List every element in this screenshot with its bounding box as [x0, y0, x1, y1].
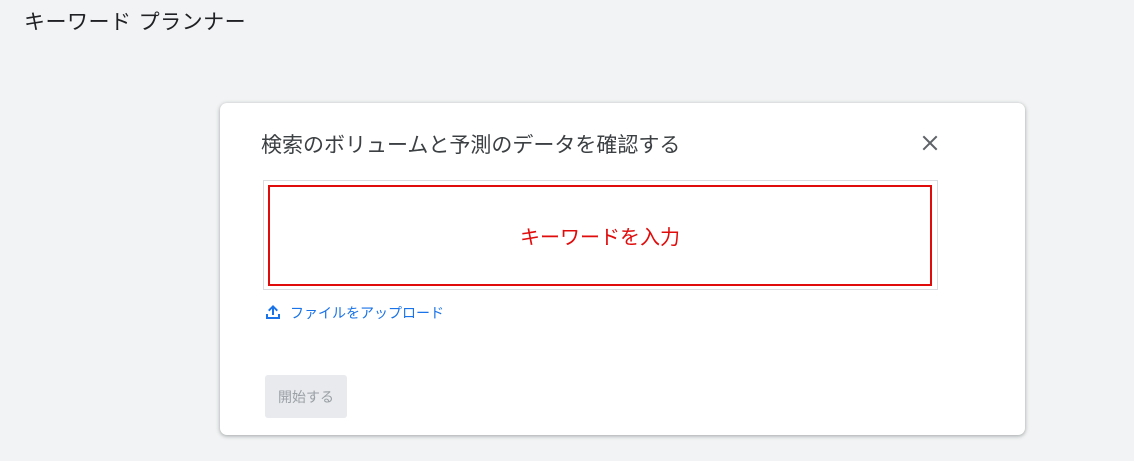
page-title: キーワード プランナー [24, 10, 247, 34]
keyword-input-placeholder: キーワードを入力 [520, 225, 680, 249]
close-button[interactable] [915, 130, 945, 160]
start-button[interactable]: 開始する [265, 375, 347, 418]
dialog-title: 検索のボリュームと予測のデータを確認する [261, 133, 681, 157]
keyword-input[interactable]: キーワードを入力 [268, 185, 932, 286]
upload-file-link[interactable]: ファイルをアップロード [263, 302, 444, 326]
upload-icon [263, 302, 283, 326]
upload-file-label: ファイルをアップロード [290, 306, 444, 322]
close-icon [922, 135, 938, 155]
keyword-dialog: 検索のボリュームと予測のデータを確認する キーワードを入力 ファイルをアップロー… [220, 103, 1025, 435]
start-button-label: 開始する [278, 389, 334, 406]
